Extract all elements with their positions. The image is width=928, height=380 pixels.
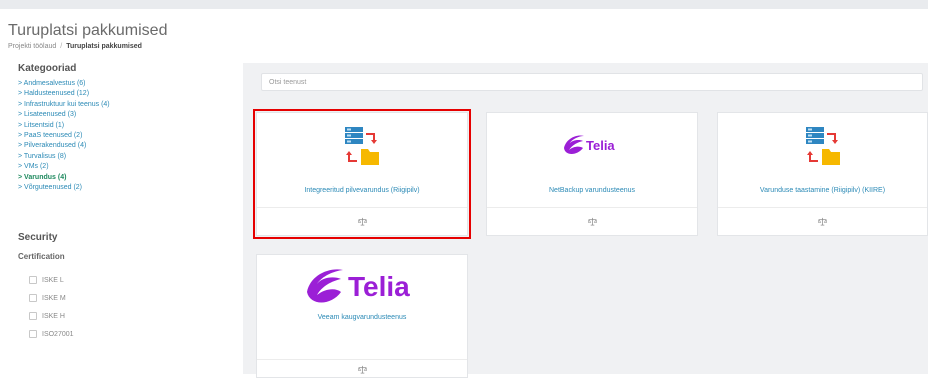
category-vorguteenused[interactable]: > Võrguteenused (2) — [18, 183, 238, 193]
certification-iso27001: ISO27001 — [29, 325, 74, 343]
category-lisateenused[interactable]: > Lisateenused (3) — [18, 110, 238, 120]
category-litsentsid[interactable]: > Litsentsid (1) — [18, 121, 238, 131]
svg-text:Telia: Telia — [348, 271, 410, 302]
category-pilverakendused[interactable]: > Pilverakendused (4) — [18, 141, 238, 151]
backup-server-folder-icon — [257, 117, 467, 177]
telia-logo: Telia — [257, 258, 467, 314]
offer-card-footer — [257, 207, 467, 235]
certification-iske-m: ISKE M — [29, 289, 74, 307]
compare-scale-icon[interactable] — [817, 213, 828, 231]
category-turvalisus[interactable]: > Turvalisus (8) — [18, 152, 238, 162]
certification-heading: Certification — [18, 252, 65, 261]
iske-m-label: ISKE M — [42, 294, 66, 302]
compare-scale-icon[interactable] — [587, 213, 597, 231]
category-vms[interactable]: > VMs (2) — [18, 162, 238, 172]
category-paas-teenused[interactable]: > PaaS teenused (2) — [18, 131, 238, 141]
compare-scale-icon[interactable] — [357, 213, 367, 231]
iso27001-checkbox[interactable] — [29, 330, 37, 338]
iske-m-checkbox[interactable] — [29, 294, 37, 302]
iske-h-label: ISKE H — [42, 312, 65, 320]
search-input[interactable]: Otsi teenust — [261, 73, 923, 91]
iske-h-checkbox[interactable] — [29, 312, 37, 320]
top-bar — [0, 0, 928, 9]
category-varundus[interactable]: > Varundus (4) — [18, 173, 238, 183]
certification-list: ISKE L ISKE M ISKE H ISO27001 — [29, 271, 74, 343]
breadcrumb-current: Turuplatsi pakkumised — [66, 43, 142, 50]
category-andmesalvestus[interactable]: > Andmesalvestus (6) — [18, 79, 238, 89]
offer-card-veeam[interactable]: Telia Veeam kaugvarundusteenus — [256, 254, 468, 378]
offer-card-varunduse-taastamine[interactable]: Varunduse taastamine (Riigipilv) (KIIRE) — [717, 112, 928, 236]
telia-logo: Telia — [487, 115, 697, 175]
offers-panel: Otsi teenust Integreeritud pilvevarundus… — [243, 63, 928, 378]
iso27001-label: ISO27001 — [42, 330, 74, 338]
categories-heading: Kategooriad — [18, 63, 77, 74]
security-heading: Security — [18, 232, 58, 243]
breadcrumb-parent-link[interactable]: Projekti töölaud — [8, 43, 56, 50]
offer-card-footer — [718, 207, 927, 235]
offer-card-footer — [487, 207, 697, 235]
offer-card-netbackup[interactable]: Telia NetBackup varundusteenus — [486, 112, 698, 236]
backup-server-folder-icon — [718, 117, 927, 177]
offer-title[interactable]: NetBackup varundusteenus — [487, 187, 697, 194]
sidebar: Kategooriad > Andmesalvestus (6) > Haldu… — [18, 63, 238, 193]
offer-title[interactable]: Veeam kaugvarundusteenus — [257, 314, 467, 321]
category-haldusteenused[interactable]: > Haldusteenused (12) — [18, 89, 238, 99]
certification-iske-l: ISKE L — [29, 271, 74, 289]
category-infrastruktuur[interactable]: > Infrastruktuur kui teenus (4) — [18, 100, 238, 110]
svg-text:Telia: Telia — [586, 138, 615, 153]
iske-l-label: ISKE L — [42, 276, 64, 284]
page-title: Turuplatsi pakkumised — [8, 22, 168, 39]
compare-scale-icon[interactable] — [357, 361, 367, 379]
category-list: > Andmesalvestus (6) > Haldusteenused (1… — [18, 79, 238, 193]
offer-card-integreeritud-pilvevarundus[interactable]: Integreeritud pilvevarundus (Riigipilv) — [253, 109, 471, 239]
breadcrumb-separator: / — [60, 43, 63, 50]
breadcrumb: Projekti töölaud / Turuplatsi pakkumised — [8, 43, 142, 50]
offer-title[interactable]: Integreeritud pilvevarundus (Riigipilv) — [257, 187, 467, 194]
offer-card-footer — [257, 359, 467, 380]
iske-l-checkbox[interactable] — [29, 276, 37, 284]
offer-title[interactable]: Varunduse taastamine (Riigipilv) (KIIRE) — [718, 187, 927, 194]
certification-iske-h: ISKE H — [29, 307, 74, 325]
